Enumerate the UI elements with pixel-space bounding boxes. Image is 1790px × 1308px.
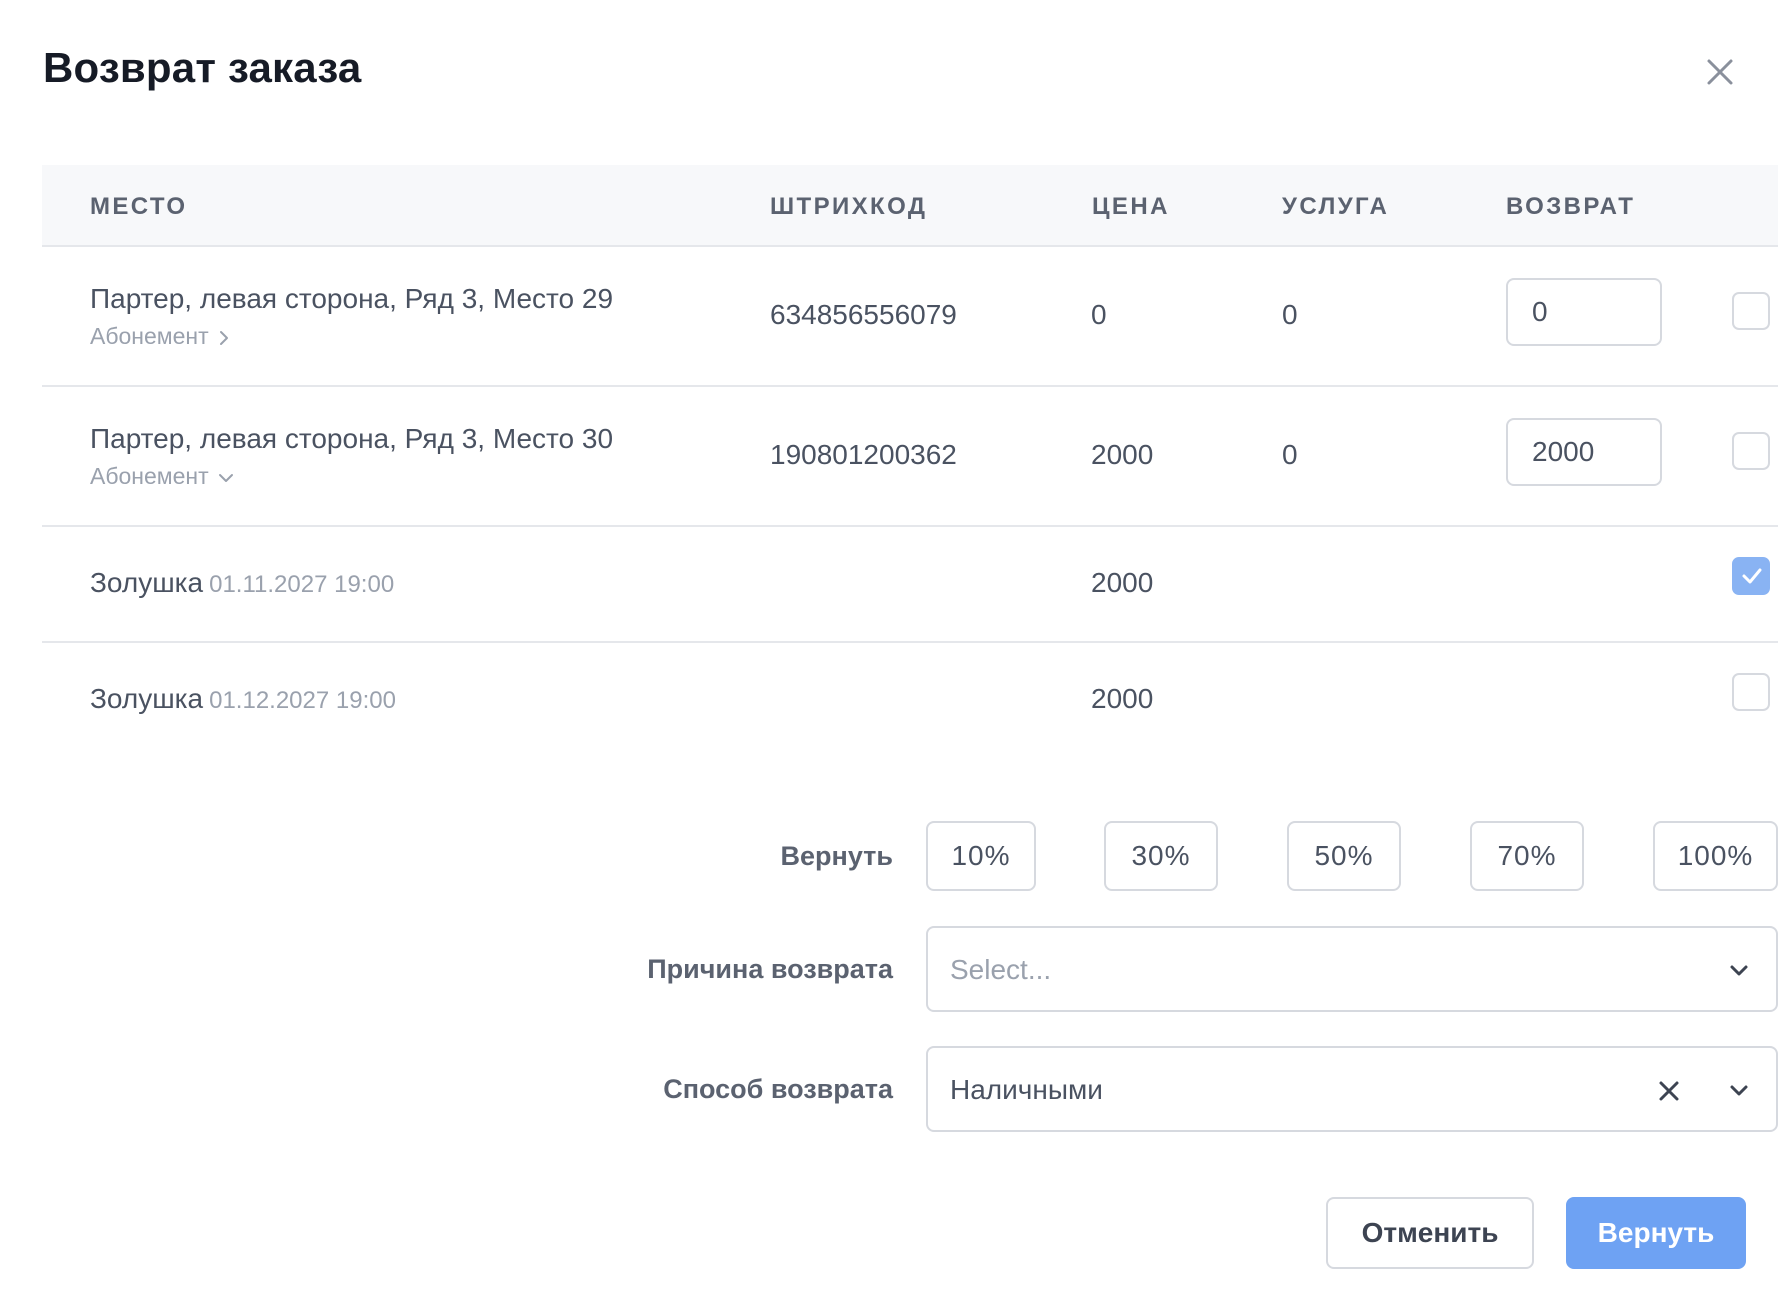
refund-reason-placeholder: Select... — [950, 954, 1052, 985]
percent-10-button[interactable]: 10% — [926, 821, 1036, 891]
dialog-title: Возврат заказа — [43, 44, 362, 91]
column-header-barcode: ШТРИХКОД — [770, 193, 928, 220]
refund-reason-label: Причина возврата — [647, 954, 893, 984]
percent-30-button[interactable]: 30% — [1104, 821, 1218, 891]
submit-refund-button[interactable]: Вернуть — [1566, 1197, 1746, 1269]
event-title: Золушка — [90, 683, 204, 714]
refund-amount-input[interactable] — [1506, 278, 1662, 346]
percent-50-button[interactable]: 50% — [1287, 821, 1401, 891]
row-select-checkbox[interactable] — [1732, 432, 1770, 470]
refund-percent-label: Вернуть — [780, 841, 893, 871]
close-button[interactable] — [1700, 52, 1740, 92]
clear-icon[interactable] — [1654, 1076, 1684, 1106]
subscription-label: Абонемент — [90, 323, 209, 349]
close-icon — [1707, 59, 1733, 85]
table-row: Партер, левая сторона, Ряд 3, Место 30 А… — [42, 387, 1778, 527]
price-value: 0 — [1091, 299, 1107, 330]
event-title: Золушка — [90, 567, 204, 598]
refund-method-select[interactable]: Наличными — [926, 1046, 1778, 1132]
row-select-checkbox[interactable] — [1732, 557, 1770, 595]
row-select-checkbox[interactable] — [1732, 673, 1770, 711]
chevron-right-icon — [219, 330, 228, 345]
cancel-button[interactable]: Отменить — [1326, 1197, 1534, 1269]
barcode-value: 190801200362 — [770, 439, 957, 470]
percent-70-button[interactable]: 70% — [1470, 821, 1584, 891]
chevron-down-icon — [218, 473, 233, 482]
subscription-toggle[interactable]: Абонемент — [90, 463, 235, 490]
refund-order-dialog: Возврат заказа МЕСТО ШТРИХКОД ЦЕНА УСЛУГ… — [0, 0, 1790, 1308]
row-select-checkbox[interactable] — [1732, 292, 1770, 330]
service-value: 0 — [1282, 439, 1298, 470]
refund-method-value: Наличными — [950, 1074, 1103, 1105]
refund-amount-input[interactable] — [1506, 418, 1662, 486]
refund-method-label: Способ возврата — [663, 1074, 893, 1104]
price-value: 2000 — [1091, 567, 1154, 598]
column-header-place: МЕСТО — [90, 193, 188, 220]
table-row: Партер, левая сторона, Ряд 3, Место 29 А… — [42, 247, 1778, 387]
service-value: 0 — [1282, 299, 1298, 330]
column-header-refund: ВОЗВРАТ — [1506, 193, 1636, 220]
column-header-service: УСЛУГА — [1282, 193, 1390, 220]
subscription-toggle[interactable]: Абонемент — [90, 323, 231, 350]
price-value: 2000 — [1091, 439, 1154, 470]
percent-100-button[interactable]: 100% — [1653, 821, 1778, 891]
event-date: 01.11.2027 19:00 — [209, 571, 395, 598]
event-date: 01.12.2027 19:00 — [209, 687, 396, 714]
checkmark-icon — [1742, 568, 1762, 584]
chevron-down-icon — [1730, 1085, 1748, 1096]
chevron-down-icon — [1730, 965, 1748, 976]
place-label: Партер, левая сторона, Ряд 3, Место 30 — [90, 423, 614, 454]
table-row: Золушка 01.12.2027 19:00 2000 — [42, 643, 1778, 757]
subscription-label: Абонемент — [90, 463, 209, 489]
place-label: Партер, левая сторона, Ряд 3, Место 29 — [90, 283, 614, 314]
table-row: Золушка 01.11.2027 19:00 2000 — [42, 527, 1778, 643]
refund-reason-select[interactable]: Select... — [926, 926, 1778, 1012]
price-value: 2000 — [1091, 683, 1154, 714]
barcode-value: 634856556079 — [770, 299, 957, 330]
column-header-price: ЦЕНА — [1092, 193, 1170, 220]
table-header: МЕСТО ШТРИХКОД ЦЕНА УСЛУГА ВОЗВРАТ — [42, 165, 1778, 247]
